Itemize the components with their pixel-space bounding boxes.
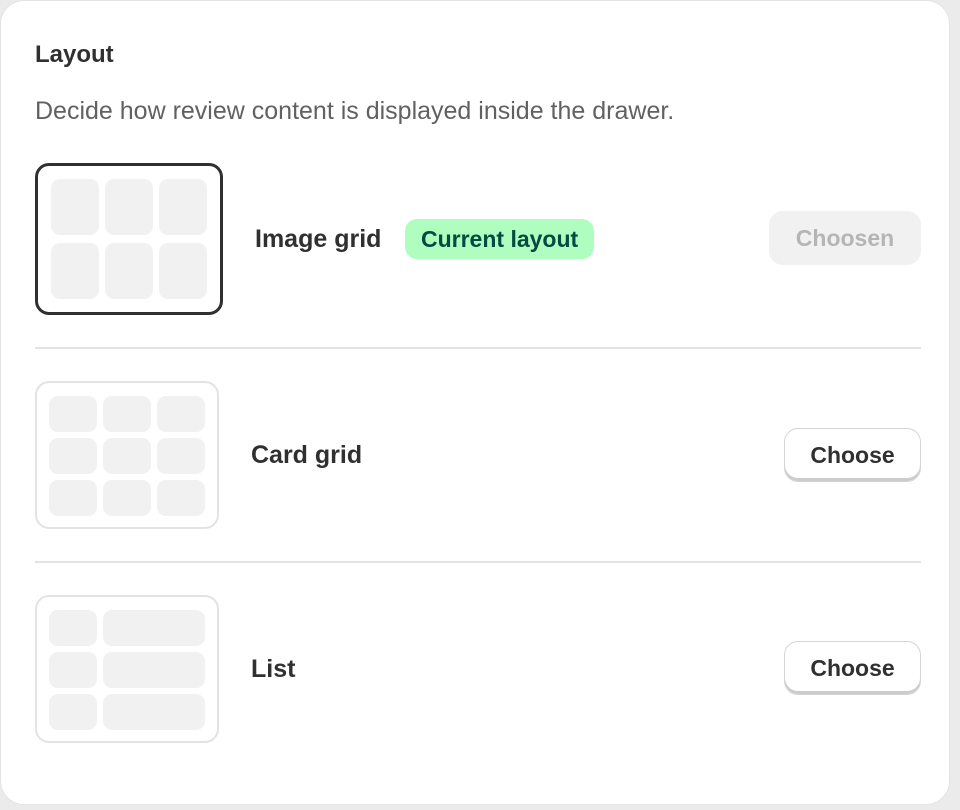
preview-cell bbox=[105, 179, 153, 235]
preview-cell bbox=[103, 480, 151, 516]
layout-option-list: List Choose bbox=[35, 595, 921, 743]
preview-cell bbox=[49, 438, 97, 474]
preview-cell bbox=[157, 480, 205, 516]
preview-cell bbox=[49, 694, 97, 730]
preview-cell bbox=[159, 179, 207, 235]
preview-cell bbox=[159, 243, 207, 299]
preview-cell bbox=[103, 396, 151, 432]
section-description: Decide how review content is displayed i… bbox=[35, 97, 675, 125]
layout-settings-card: Layout Decide how review content is disp… bbox=[0, 0, 950, 805]
preview-cell bbox=[157, 438, 205, 474]
list-preview[interactable] bbox=[35, 595, 219, 743]
preview-cell bbox=[103, 610, 205, 646]
preview-cell bbox=[103, 438, 151, 474]
preview-cell bbox=[49, 480, 97, 516]
option-label: Card grid bbox=[251, 441, 363, 469]
divider bbox=[35, 561, 921, 563]
preview-cell bbox=[105, 243, 153, 299]
choose-card-grid-button[interactable]: Choose bbox=[784, 428, 921, 482]
current-layout-badge: Current layout bbox=[405, 219, 595, 259]
card-grid-preview[interactable] bbox=[35, 381, 219, 529]
choose-list-button[interactable]: Choose bbox=[784, 641, 921, 695]
preview-cell bbox=[51, 243, 99, 299]
layout-option-card-grid: Card grid Choose bbox=[35, 381, 921, 529]
preview-cell bbox=[49, 396, 97, 432]
image-grid-preview[interactable] bbox=[35, 163, 223, 315]
preview-cell bbox=[103, 694, 205, 730]
option-label: Image grid bbox=[255, 225, 382, 253]
section-title: Layout bbox=[35, 41, 114, 68]
option-label: List bbox=[251, 655, 296, 683]
preview-cell bbox=[49, 652, 97, 688]
preview-cell bbox=[103, 652, 205, 688]
divider bbox=[35, 347, 921, 349]
preview-cell bbox=[157, 396, 205, 432]
preview-cell bbox=[49, 610, 97, 646]
preview-cell bbox=[51, 179, 99, 235]
choosen-button[interactable]: Choosen bbox=[769, 211, 921, 265]
layout-option-image-grid: Image grid Current layout Choosen bbox=[35, 163, 921, 315]
